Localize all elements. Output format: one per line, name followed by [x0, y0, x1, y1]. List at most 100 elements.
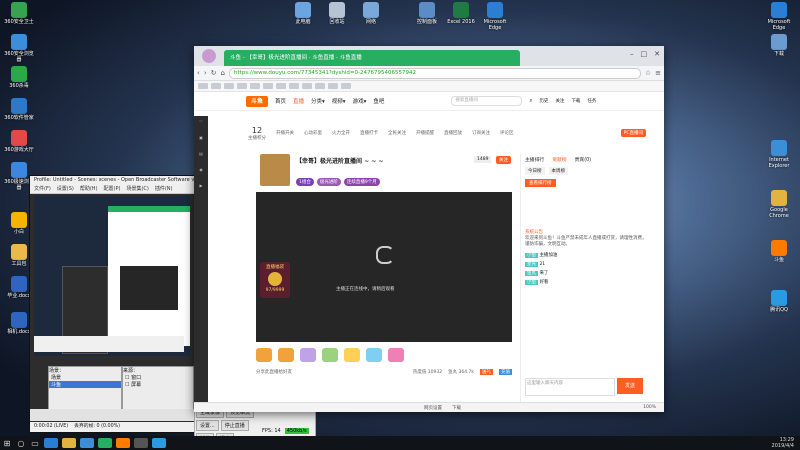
desktop-icon[interactable]: 360安全卫士 [2, 2, 36, 25]
toolbar-item[interactable]: 心动彩蛋 [304, 130, 322, 136]
bookmark-item[interactable] [276, 83, 286, 89]
bookmark-item[interactable] [341, 83, 351, 89]
browser-taskbar-icon[interactable] [98, 438, 112, 448]
side-tab[interactable]: 主播排行 [525, 156, 544, 163]
bookmark-item[interactable] [237, 83, 247, 89]
toolbar-item[interactable]: 开播提醒 [416, 130, 434, 136]
toolbar-item[interactable]: 直播回放 [444, 130, 462, 136]
nav-item[interactable]: 视频▾ [332, 97, 346, 105]
gift-icon[interactable] [388, 348, 404, 362]
gift-icon[interactable] [256, 348, 272, 362]
desktop-icon[interactable]: Internet Explorer [762, 140, 796, 169]
toolbar-item[interactable]: 全民关注 [388, 130, 406, 136]
follow-icon[interactable]: 关注 [555, 98, 564, 104]
url-input[interactable]: https://www.douyu.com/77345341?dyshid=0-… [228, 67, 641, 79]
bookmark-item[interactable] [302, 83, 312, 89]
room-tag[interactable]: 极光进阶 [316, 178, 341, 186]
bookmark-item[interactable] [328, 83, 338, 89]
star-icon[interactable]: ☆ [645, 69, 651, 77]
download-icon[interactable]: 下载 [571, 98, 580, 104]
maximize-icon[interactable]: □ [641, 50, 648, 58]
checkbox-icon[interactable]: ☐ [125, 382, 129, 388]
obs-menu-item[interactable]: 插件(N) [155, 185, 173, 193]
desktop-icon[interactable]: 360软件管家 [2, 98, 36, 121]
toolbar-item[interactable]: 开播开关 [276, 130, 294, 136]
scene-item[interactable]: 场景 [49, 374, 121, 381]
obs-icon[interactable] [134, 438, 148, 448]
obs-menu-item[interactable]: 设置(S) [57, 185, 74, 193]
desktop-icon[interactable]: Excel 2016 [444, 2, 478, 25]
bookmark-item[interactable] [289, 83, 299, 89]
obs-settings-button[interactable]: 设置... [196, 420, 219, 431]
send-button[interactable]: 发送 [617, 378, 643, 394]
qq-icon[interactable] [152, 438, 166, 448]
nav-item[interactable]: 鱼吧 [373, 97, 384, 105]
forward-icon[interactable]: › [204, 69, 207, 77]
source-item[interactable]: ☐ 屏幕 [123, 381, 193, 388]
video-player[interactable]: 主播正在连线中，请稍后观看 直播福袋 97/9999 [256, 192, 512, 342]
side-subtab[interactable]: 今日榜 [525, 167, 545, 175]
desktop-icon[interactable]: 控制面板 [410, 2, 444, 25]
desktop-icon[interactable]: Microsoft Edge [478, 2, 512, 31]
side-subtab[interactable]: 本周榜 [548, 167, 568, 175]
side-tab[interactable]: 贵宾(0) [575, 156, 591, 163]
close-icon[interactable]: ✕ [654, 50, 660, 58]
gift-icon[interactable] [322, 348, 338, 362]
clock[interactable]: 13:29 2019/4/4 [772, 437, 800, 449]
gift-badge[interactable]: 直播福袋 97/9999 [260, 262, 290, 298]
toolbar-item[interactable]: 火力全开 [332, 130, 350, 136]
bookmark-item[interactable] [263, 83, 273, 89]
search-icon[interactable]: ○ [14, 436, 28, 450]
obs-menu-item[interactable]: 场景集(C) [126, 185, 148, 193]
gift-icon[interactable] [300, 348, 316, 362]
follow-button[interactable]: 关注 [496, 156, 511, 164]
room-tag[interactable]: 连续直播9个月 [343, 178, 380, 186]
menu-icon[interactable]: ≡ [655, 69, 661, 77]
desktop-icon[interactable]: 360安全浏览器 [2, 34, 36, 63]
toolbar-item[interactable]: 订阅关注 [472, 130, 490, 136]
scene-item[interactable]: 斗鱼 [49, 381, 121, 388]
side-tab[interactable]: 贡献榜 [552, 156, 566, 163]
home-icon[interactable]: ⌂ [221, 69, 225, 77]
search-icon[interactable]: ⌕ [529, 98, 532, 105]
minimize-icon[interactable]: – [630, 50, 634, 58]
source-item[interactable]: ☐ 窗口 [123, 374, 193, 381]
refresh-icon[interactable]: ↻ [211, 69, 217, 77]
obs-menu-item[interactable]: 文件(F) [34, 185, 51, 193]
nav-item[interactable]: 分类▾ [311, 97, 325, 105]
recharge-button[interactable]: 充值 [499, 369, 512, 375]
chat-input[interactable]: 这里输入聊天内容 [525, 378, 615, 396]
pc-room-button[interactable]: PC直播间 [620, 129, 646, 137]
desktop-icon[interactable]: 360杀毒 [2, 66, 36, 89]
bookmark-item[interactable] [211, 83, 221, 89]
room-tag[interactable]: 1组合 [296, 178, 314, 186]
nav-item[interactable]: 直播 [293, 97, 304, 105]
obs-menu-item[interactable]: 帮助(H) [80, 185, 98, 193]
desktop-icon[interactable]: 斗鱼 [762, 240, 796, 263]
chat-name[interactable]: 星光 [525, 262, 538, 267]
nav-follow-icon[interactable]: ♡ [194, 116, 208, 132]
chat-name[interactable]: 鱼丸 [525, 271, 538, 276]
gift-icon[interactable] [344, 348, 360, 362]
douyu-icon[interactable] [116, 438, 130, 448]
bookmark-item[interactable] [224, 83, 234, 89]
nav-video-icon[interactable]: ▶ [194, 180, 208, 196]
task-view-icon[interactable]: ▭ [28, 436, 42, 450]
gift-icon[interactable] [366, 348, 382, 362]
toolbar-item[interactable]: 评论区 [500, 130, 514, 136]
history-icon[interactable]: 历史 [539, 98, 548, 104]
bookmark-item[interactable] [198, 83, 208, 89]
nav-item[interactable]: 首页 [275, 97, 286, 105]
explorer-icon[interactable] [62, 438, 76, 448]
task-icon[interactable]: 任务 [587, 98, 596, 104]
obs-menu-item[interactable]: 配置(P) [104, 185, 121, 193]
back-icon[interactable]: ‹ [197, 69, 200, 77]
streamer-avatar[interactable] [260, 154, 290, 186]
desktop-icon[interactable]: 腾讯QQ [762, 290, 796, 313]
bookmark-item[interactable] [250, 83, 260, 89]
start-icon[interactable]: ⊞ [0, 436, 14, 450]
bookmark-item[interactable] [315, 83, 325, 89]
zoom-level[interactable]: 100% [643, 405, 656, 410]
nav-hot-icon[interactable]: ▣ [194, 132, 208, 148]
avatar[interactable] [202, 49, 216, 63]
